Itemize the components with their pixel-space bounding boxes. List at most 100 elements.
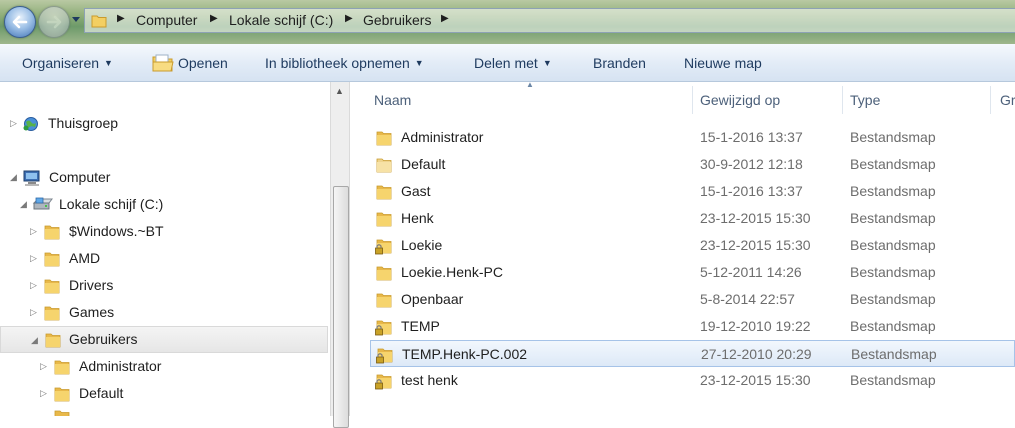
organize-label: Organiseren [22, 55, 100, 71]
file-type: Bestandsmap [850, 318, 936, 334]
open-button[interactable]: Openen [152, 54, 228, 72]
expand-arrow-icon[interactable]: ▷ [40, 380, 50, 407]
nav-item-folder[interactable]: ▷ Drivers [30, 272, 320, 299]
column-divider[interactable] [692, 86, 693, 114]
share-with-button[interactable]: Delen met ▼ [474, 55, 552, 71]
drive-icon [32, 197, 53, 210]
nav-item-folder[interactable]: ▷ Default [40, 380, 320, 407]
nav-item-folder[interactable]: ▷ $Windows.~BT [30, 218, 320, 245]
nav-item-homegroup[interactable]: ▷ Thuisgroep [10, 110, 320, 137]
nav-item-folder[interactable] [40, 407, 320, 416]
breadcrumb-arrow-icon[interactable]: ▶ [210, 13, 218, 24]
file-modified-date: 15-1-2016 13:37 [700, 183, 803, 199]
breadcrumb-arrow-icon[interactable]: ▶ [117, 13, 125, 24]
scrollbar-thumb[interactable] [333, 186, 349, 428]
file-list: Naam ▲ Gewijzigd op Type Gr Administrato… [350, 80, 1015, 416]
open-folder-icon [152, 54, 174, 72]
file-modified-date: 19-12-2010 19:22 [700, 318, 811, 334]
column-header-modified[interactable]: Gewijzigd op [700, 82, 780, 116]
history-dropdown-icon[interactable] [71, 16, 81, 24]
folder-icon [54, 360, 70, 375]
file-row[interactable]: Gast 15-1-2016 13:37 Bestandsmap [370, 178, 1015, 205]
column-divider[interactable] [990, 86, 991, 114]
column-header-type[interactable]: Type [850, 82, 880, 116]
file-modified-date: 23-12-2015 15:30 [700, 210, 811, 226]
arrow-left-icon [12, 15, 28, 29]
file-type: Bestandsmap [850, 264, 936, 280]
file-row[interactable]: Henk 23-12-2015 15:30 Bestandsmap [370, 205, 1015, 232]
file-modified-date: 27-12-2010 20:29 [701, 346, 812, 362]
expand-arrow-icon[interactable]: ▷ [40, 353, 50, 380]
nav-item-folder[interactable]: ▷ Administrator [40, 353, 320, 380]
nav-item-label: AMD [69, 250, 101, 266]
file-modified-date: 23-12-2015 15:30 [700, 237, 811, 253]
breadcrumb-users[interactable]: Gebruikers [363, 12, 431, 28]
nav-item-local-disk[interactable]: ◢ Lokale schijf (C:) [20, 191, 320, 218]
nav-item-computer[interactable]: ◢ Computer [10, 164, 320, 191]
file-type: Bestandsmap [850, 156, 936, 172]
file-type: Bestandsmap [850, 129, 936, 145]
folder-icon [44, 279, 60, 294]
file-type: Bestandsmap [850, 237, 936, 253]
new-folder-button[interactable]: Nieuwe map [684, 55, 762, 71]
nav-item-label: $Windows.~BT [69, 223, 164, 239]
expand-arrow-icon[interactable]: ▷ [30, 299, 40, 326]
nav-item-label: Default [79, 385, 124, 401]
file-name: Openbaar [401, 291, 464, 307]
file-name: Administrator [401, 129, 484, 145]
folder-icon [376, 293, 392, 308]
folder-icon [54, 410, 70, 416]
breadcrumb-computer[interactable]: Computer [136, 12, 197, 28]
file-row[interactable]: test henk 23-12-2015 15:30 Bestandsmap [370, 367, 1015, 394]
nav-item-folder[interactable]: ▷ Games [30, 299, 320, 326]
breadcrumb-arrow-icon[interactable]: ▶ [441, 13, 449, 24]
locked-folder-icon [375, 320, 392, 336]
include-in-library-label: In bibliotheek opnemen [265, 55, 410, 71]
collapse-arrow-icon[interactable]: ◢ [31, 327, 41, 354]
arrow-right-icon [46, 15, 62, 29]
locked-folder-icon [375, 374, 392, 390]
address-field[interactable]: ▶ Computer ▶ Lokale schijf (C:) ▶ Gebrui… [84, 8, 1015, 33]
address-bar-area: ▶ Computer ▶ Lokale schijf (C:) ▶ Gebrui… [0, 0, 1015, 45]
file-row[interactable]: Administrator 15-1-2016 13:37 Bestandsmap [370, 124, 1015, 151]
file-type: Bestandsmap [850, 291, 936, 307]
forward-button[interactable] [38, 6, 70, 38]
command-bar: Organiseren ▼ Openen In bibliotheek opnem… [0, 44, 1015, 82]
column-divider[interactable] [842, 86, 843, 114]
burn-button[interactable]: Branden [593, 55, 646, 71]
organize-button[interactable]: Organiseren ▼ [22, 55, 113, 71]
expand-arrow-icon[interactable]: ▷ [10, 110, 20, 137]
expand-arrow-icon[interactable]: ▷ [30, 218, 40, 245]
nav-item-folder[interactable]: ▷ AMD [30, 245, 320, 272]
file-name: Loekie.Henk-PC [401, 264, 503, 280]
chevron-down-icon: ▼ [104, 58, 113, 68]
folder-icon [54, 387, 70, 402]
file-row[interactable]: Default 30-9-2012 12:18 Bestandsmap [370, 151, 1015, 178]
column-header-size[interactable]: Gr [1000, 82, 1015, 116]
file-row[interactable]: TEMP 19-12-2010 19:22 Bestandsmap [370, 313, 1015, 340]
column-header-name[interactable]: Naam [374, 82, 411, 116]
collapse-arrow-icon[interactable]: ◢ [20, 191, 30, 218]
open-label: Openen [178, 55, 228, 71]
collapse-arrow-icon[interactable]: ◢ [10, 164, 20, 191]
include-in-library-button[interactable]: In bibliotheek opnemen ▼ [265, 55, 424, 71]
file-modified-date: 5-8-2014 22:57 [700, 291, 795, 307]
file-row[interactable]: Loekie.Henk-PC 5-12-2011 14:26 Bestandsmap [370, 259, 1015, 286]
file-row[interactable]: Loekie 23-12-2015 15:30 Bestandsmap [370, 232, 1015, 259]
folder-icon [376, 266, 392, 281]
breadcrumb-arrow-icon[interactable]: ▶ [345, 13, 353, 24]
expand-arrow-icon[interactable]: ▷ [30, 272, 40, 299]
nav-item-gebruikers[interactable]: ◢ Gebruikers [0, 326, 328, 353]
expand-arrow-icon[interactable]: ▷ [30, 245, 40, 272]
file-name: TEMP [401, 318, 440, 334]
file-name: test henk [401, 372, 458, 388]
navigation-scrollbar[interactable]: ▲ [330, 82, 350, 428]
file-name: Henk [401, 210, 434, 226]
file-name: TEMP.Henk-PC.002 [402, 346, 528, 362]
back-button[interactable] [4, 6, 36, 38]
folder-icon [44, 252, 60, 267]
breadcrumb-drive[interactable]: Lokale schijf (C:) [229, 12, 333, 28]
scroll-up-icon[interactable]: ▲ [335, 86, 344, 96]
file-row[interactable]: TEMP.Henk-PC.002 27-12-2010 20:29 Bestands… [370, 340, 1015, 367]
file-row[interactable]: Openbaar 5-8-2014 22:57 Bestandsmap [370, 286, 1015, 313]
